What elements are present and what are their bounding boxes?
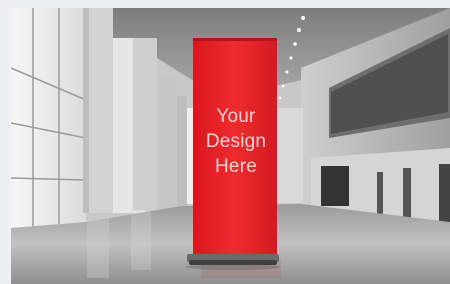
banner-line-2: Design (205, 131, 267, 152)
banner-line-1: Your (216, 106, 256, 127)
banner-placeholder-text: Your Design Here (194, 104, 278, 179)
image-frame: Your Design Here (0, 0, 450, 284)
banner-line-3: Here (215, 156, 257, 177)
